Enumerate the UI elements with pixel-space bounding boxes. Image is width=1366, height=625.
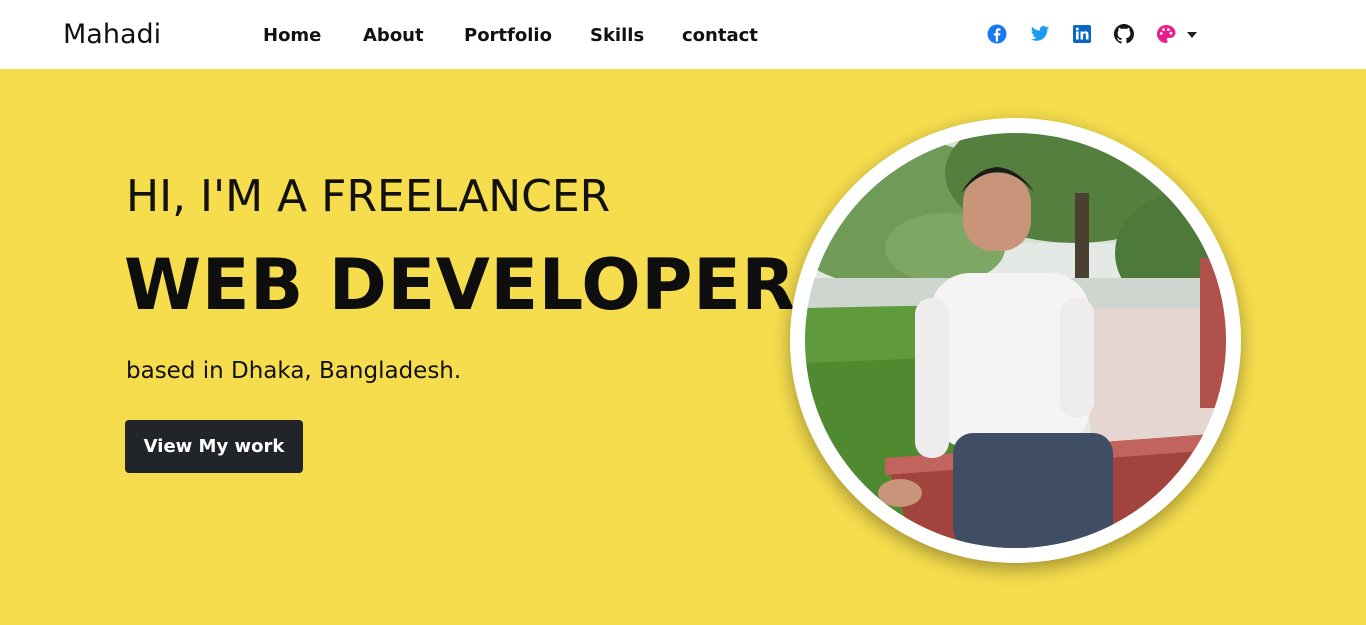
profile-photo [790, 118, 1241, 563]
twitter-icon[interactable] [1030, 24, 1050, 44]
brand-logo[interactable]: Mahadi [63, 16, 161, 54]
nav-link-skills[interactable]: Skills [590, 23, 644, 49]
navbar: Mahadi Home About Portfolio Skills conta… [0, 0, 1366, 69]
caret-down-icon[interactable] [1187, 32, 1197, 38]
hero-location: based in Dhaka, Bangladesh. [126, 358, 462, 384]
view-my-work-button[interactable]: View My work [125, 420, 303, 473]
linkedin-icon[interactable] [1072, 24, 1092, 44]
hero-title: WEB DEVELOPER [124, 244, 796, 326]
nav-link-home[interactable]: Home [263, 23, 321, 49]
facebook-icon[interactable] [987, 24, 1007, 44]
hero-intro: HI, I'M A FREELANCER [126, 171, 611, 222]
github-icon[interactable] [1114, 24, 1134, 44]
hero-section: HI, I'M A FREELANCER WEB DEVELOPER based… [0, 69, 1366, 625]
palette-icon[interactable] [1156, 24, 1176, 44]
nav-link-contact[interactable]: contact [682, 23, 758, 49]
nav-link-portfolio[interactable]: Portfolio [464, 23, 552, 49]
nav-link-about[interactable]: About [363, 23, 424, 49]
profile-photo-illustration [805, 133, 1226, 548]
